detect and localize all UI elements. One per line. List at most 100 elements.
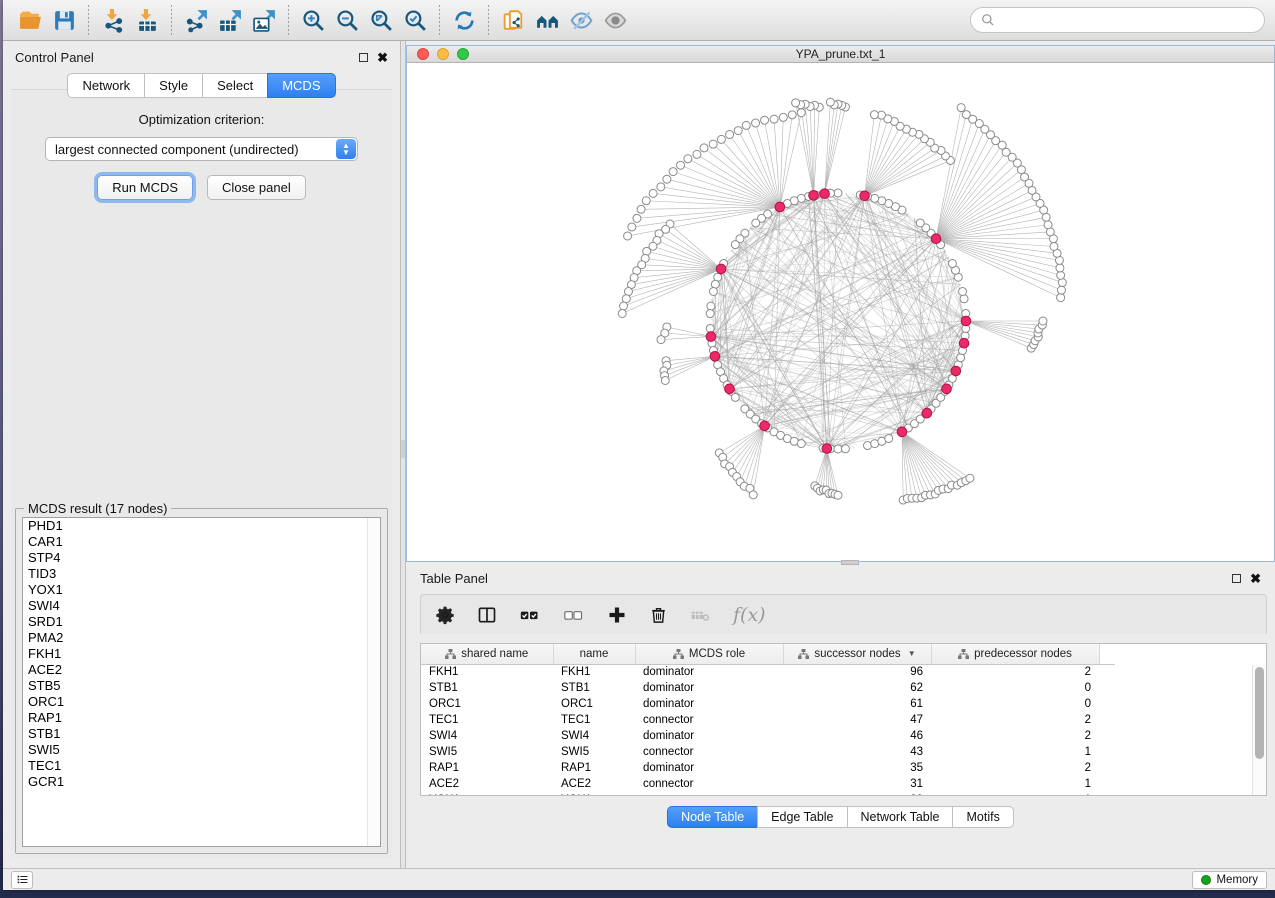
mcds-result-item[interactable]: SWI5: [23, 742, 380, 758]
mcds-result-item[interactable]: TID3: [23, 566, 380, 582]
table-row[interactable]: STB1STB1dominator620: [421, 680, 1115, 696]
network-window-titlebar[interactable]: YPA_prune.txt_1: [407, 46, 1274, 63]
mcds-result-item[interactable]: FKH1: [23, 646, 380, 662]
network-title: YPA_prune.txt_1: [407, 47, 1274, 61]
open-file-icon[interactable]: [13, 4, 47, 36]
column-header-MCDS-role[interactable]: MCDS role: [635, 644, 783, 664]
control-panel-tabbar: NetworkStyleSelectMCDS: [3, 73, 400, 98]
export-table-icon[interactable]: [213, 4, 247, 36]
list-icon: [16, 873, 29, 886]
node-table[interactable]: shared namenameMCDS rolesuccessor nodes▼…: [420, 643, 1267, 796]
mcds-result-item[interactable]: TEC1: [23, 758, 380, 774]
horizontal-splitter-handle[interactable]: [841, 560, 859, 565]
control-panel: Control Panel ✖ NetworkStyleSelectMCDS O…: [3, 41, 400, 868]
mcds-result-item[interactable]: RAP1: [23, 710, 380, 726]
tab-select[interactable]: Select: [202, 73, 268, 98]
toolbar-separator: [488, 5, 489, 35]
column-header-name[interactable]: name: [553, 644, 635, 664]
delete-column-icon[interactable]: [649, 602, 668, 628]
close-panel-icon[interactable]: ✖: [377, 53, 388, 62]
tab-motifs[interactable]: Motifs: [952, 806, 1013, 828]
toolbar-separator: [439, 5, 440, 35]
mcds-result-item[interactable]: STP4: [23, 550, 380, 566]
table-row[interactable]: SWI4SWI4dominator462: [421, 728, 1115, 744]
duplicate-network-icon[interactable]: [496, 4, 530, 36]
column-header-filler: [1099, 644, 1115, 664]
save-session-icon[interactable]: [47, 4, 81, 36]
gear-icon[interactable]: [435, 602, 455, 628]
table-tabbar: Node TableEdge TableNetwork TableMotifs: [406, 806, 1275, 828]
search-input[interactable]: [1001, 13, 1254, 28]
task-history-button[interactable]: [11, 871, 33, 889]
tab-edge-table[interactable]: Edge Table: [757, 806, 847, 828]
export-image-icon[interactable]: [247, 4, 281, 36]
mcds-result-item[interactable]: YOX1: [23, 582, 380, 598]
network-view-window: YPA_prune.txt_1: [406, 45, 1275, 562]
mcds-result-groupbox: MCDS result (17 nodes) PHD1CAR1STP4TID3Y…: [15, 508, 388, 854]
mcds-result-item[interactable]: ACE2: [23, 662, 380, 678]
table-scrollbar-thumb[interactable]: [1255, 667, 1264, 759]
tab-network-table[interactable]: Network Table: [847, 806, 954, 828]
network-graph[interactable]: [407, 63, 1274, 561]
zoom-fit-icon[interactable]: [364, 4, 398, 36]
mcds-result-item[interactable]: ORC1: [23, 694, 380, 710]
add-column-icon[interactable]: [607, 602, 627, 628]
zoom-out-icon[interactable]: [330, 4, 364, 36]
export-network-icon[interactable]: [179, 4, 213, 36]
tab-mcds[interactable]: MCDS: [267, 73, 335, 98]
import-network-icon[interactable]: [96, 4, 130, 36]
table-row[interactable]: ORC1ORC1dominator610: [421, 696, 1115, 712]
mcds-result-item[interactable]: STB5: [23, 678, 380, 694]
memory-status-icon: [1201, 875, 1211, 885]
table-row[interactable]: TEC1TEC1connector472: [421, 712, 1115, 728]
table-row[interactable]: RAP1RAP1dominator352: [421, 760, 1115, 776]
mcds-tab-content: Optimization criterion: largest connecte…: [11, 89, 392, 858]
mcds-result-item[interactable]: PHD1: [23, 518, 380, 534]
float-table-panel-icon[interactable]: [1232, 574, 1241, 583]
refresh-layout-icon[interactable]: [447, 4, 481, 36]
application-window: Control Panel ✖ NetworkStyleSelectMCDS O…: [3, 0, 1275, 890]
close-table-panel-icon[interactable]: ✖: [1250, 574, 1261, 583]
select-all-icon[interactable]: [519, 602, 541, 628]
show-all-icon[interactable]: [598, 4, 632, 36]
memory-label: Memory: [1216, 874, 1258, 886]
mcds-result-item[interactable]: GCR1: [23, 774, 380, 790]
criterion-select[interactable]: largest connected component (undirected)…: [45, 137, 358, 161]
table-row[interactable]: SWI5SWI5connector431: [421, 744, 1115, 760]
search-field-container: [970, 7, 1265, 33]
table-toolbar: f(x): [420, 594, 1267, 634]
list-scrollbar[interactable]: [367, 518, 380, 846]
function-builder-icon: f(x): [733, 602, 766, 628]
mcds-result-item[interactable]: PMA2: [23, 630, 380, 646]
network-canvas[interactable]: [407, 63, 1274, 561]
run-mcds-button[interactable]: Run MCDS: [97, 175, 193, 200]
table-scrollbar[interactable]: [1252, 665, 1266, 795]
zoom-selected-icon[interactable]: [398, 4, 432, 36]
tab-network[interactable]: Network: [67, 73, 145, 98]
column-header-predecessor-nodes[interactable]: predecessor nodes: [931, 644, 1099, 664]
memory-button[interactable]: Memory: [1192, 871, 1267, 889]
mcds-result-list[interactable]: PHD1CAR1STP4TID3YOX1SWI4SRD1PMA2FKH1ACE2…: [22, 517, 381, 847]
column-header-successor-nodes[interactable]: successor nodes▼: [783, 644, 931, 664]
mcds-result-item[interactable]: STB1: [23, 726, 380, 742]
table-row[interactable]: FKH1FKH1dominator962: [421, 664, 1115, 680]
mcds-result-item[interactable]: SRD1: [23, 614, 380, 630]
column-header-shared-name[interactable]: shared name: [421, 644, 553, 664]
import-table-icon[interactable]: [130, 4, 164, 36]
mcds-result-item[interactable]: CAR1: [23, 534, 380, 550]
status-bar: Memory: [3, 868, 1275, 890]
optimization-criterion-label: Optimization criterion:: [11, 112, 392, 127]
zoom-in-icon[interactable]: [296, 4, 330, 36]
toolbar-separator: [171, 5, 172, 35]
hide-selected-icon[interactable]: [564, 4, 598, 36]
deselect-all-icon[interactable]: [563, 602, 585, 628]
close-panel-button[interactable]: Close panel: [207, 175, 306, 200]
float-panel-icon[interactable]: [359, 53, 368, 62]
tab-style[interactable]: Style: [144, 73, 203, 98]
table-row[interactable]: YOX1YOX1connector291: [421, 792, 1115, 796]
tab-node-table[interactable]: Node Table: [667, 806, 758, 828]
split-columns-icon[interactable]: [477, 602, 497, 628]
mcds-result-item[interactable]: SWI4: [23, 598, 380, 614]
table-row[interactable]: ACE2ACE2connector311: [421, 776, 1115, 792]
first-neighbors-icon[interactable]: [530, 4, 564, 36]
